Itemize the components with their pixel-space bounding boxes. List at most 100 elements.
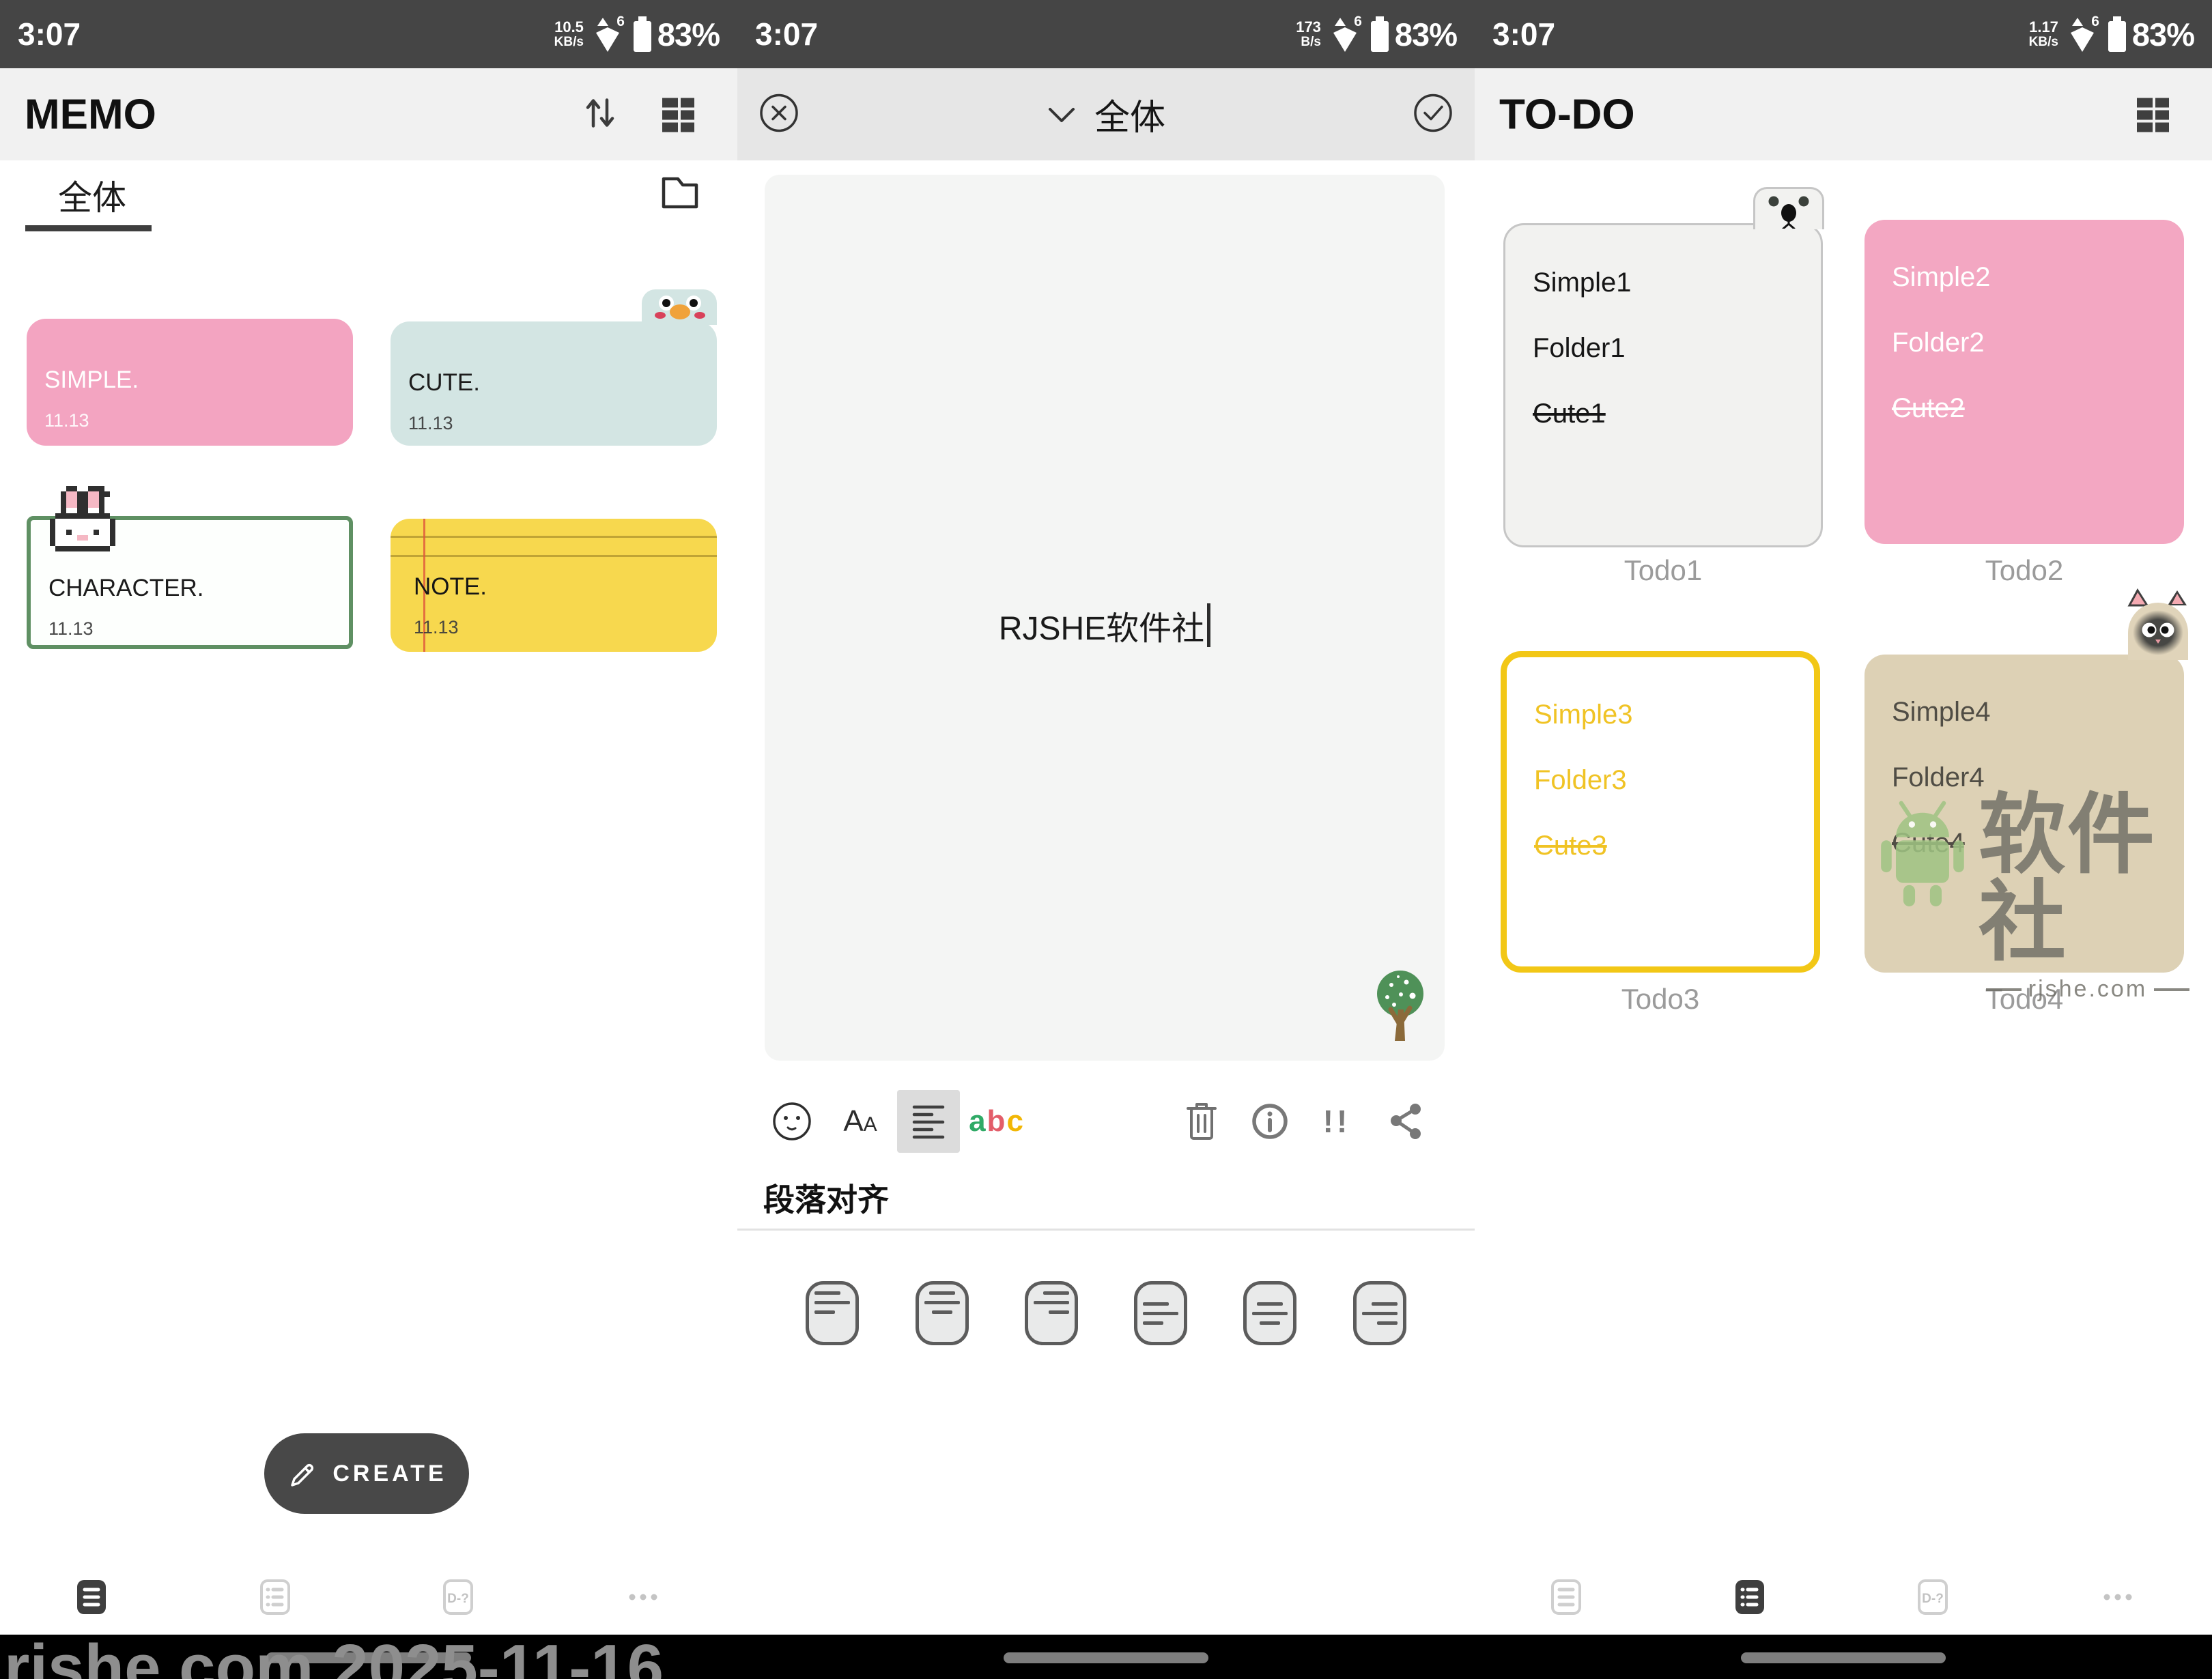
nav-dday-tab[interactable]: D-?	[440, 1578, 476, 1616]
screenshot-root: 3:07 10.5 KB/s 6 83% MEMO	[0, 0, 2212, 1679]
close-button[interactable]	[758, 91, 800, 137]
clock: 3:07	[1492, 16, 1555, 53]
svg-text:D-?: D-?	[447, 1592, 469, 1606]
vpn-icon: 6	[592, 15, 623, 53]
memo-card-title: NOTE.	[414, 573, 717, 601]
cat-face-tab	[2127, 588, 2189, 663]
layout-grid-button[interactable]	[658, 92, 699, 137]
todo-item[interactable]: Simple4	[1892, 697, 2184, 727]
network-speed: 173 B/s	[1296, 20, 1321, 48]
vpn-badge: 6	[2091, 14, 2099, 30]
align-tool-button-selected[interactable]	[897, 1090, 960, 1153]
memo-card-date: 11.13	[44, 410, 353, 431]
todo-card-4[interactable]: Simple4 Folder4 Cute4	[1864, 655, 2184, 973]
vpn-badge: 6	[616, 14, 625, 30]
more-dots-icon	[2100, 1578, 2136, 1616]
home-indicator[interactable]	[1741, 1652, 1946, 1663]
home-indicator[interactable]	[1004, 1652, 1208, 1663]
layout-grid-button[interactable]	[2133, 92, 2174, 137]
todo-item[interactable]: Simple3	[1534, 700, 1814, 730]
paper-line	[391, 536, 717, 538]
chevron-down-icon	[1047, 104, 1077, 125]
memo-card-simple[interactable]: SIMPLE. 11.13	[27, 319, 353, 446]
battery-indicator: 83%	[632, 15, 720, 53]
align-top-left-button[interactable]	[806, 1281, 859, 1345]
trash-icon	[1184, 1100, 1219, 1143]
editor-panel: 3:07 173 B/s 6 83%	[737, 0, 1475, 1679]
memo-card-title: CUTE.	[408, 369, 717, 397]
priority-button[interactable]: !!	[1305, 1090, 1368, 1153]
memo-card-date: 11.13	[414, 617, 717, 638]
share-button[interactable]	[1375, 1090, 1438, 1153]
nav-more-tab[interactable]	[625, 1578, 661, 1616]
folder-button[interactable]	[658, 169, 699, 215]
status-bar: 3:07 173 B/s 6 83%	[737, 0, 1475, 68]
memo-card-date: 11.13	[48, 618, 349, 640]
create-button[interactable]: CREATE	[264, 1433, 469, 1514]
todo-item-done[interactable]: Cute3	[1534, 831, 1814, 861]
battery-indicator: 83%	[2106, 15, 2194, 53]
tab-all-memos[interactable]: 全体	[58, 171, 126, 220]
todo-card-label: Todo3	[1501, 983, 1820, 1016]
memo-nav-icon	[1550, 1578, 1583, 1616]
category-selector[interactable]: 全体	[1047, 89, 1165, 140]
align-top-center-button[interactable]	[916, 1281, 969, 1345]
status-right: 1.17 KB/s 6 83%	[2029, 15, 2194, 53]
todo-card-2[interactable]: Simple2 Folder2 Cute2	[1864, 220, 2184, 544]
speed-value: 10.5	[554, 20, 584, 35]
align-middle-right-button[interactable]	[1353, 1281, 1406, 1345]
battery-icon	[2106, 15, 2128, 53]
memo-card-note[interactable]: NOTE. 11.13	[391, 519, 717, 652]
text-color-tool-button[interactable]: abc	[965, 1090, 1028, 1153]
todo-header: TO-DO	[1475, 68, 2212, 160]
memo-nav-icon	[75, 1578, 108, 1616]
nav-todo-tab[interactable]	[1732, 1578, 1768, 1616]
page-title: TO-DO	[1499, 90, 1635, 139]
memo-card-character[interactable]: CHARACTER. 11.13	[27, 516, 353, 649]
battery-icon	[632, 15, 653, 53]
emoji-tool-button[interactable]	[761, 1090, 823, 1153]
nav-dday-tab[interactable]: D-?	[1915, 1578, 1951, 1616]
todo-item[interactable]: Simple2	[1892, 262, 2184, 292]
note-editor[interactable]: RJSHE软件社	[765, 175, 1445, 1061]
todo-card-label: Todo4	[1864, 983, 2184, 1016]
todo-item-done[interactable]: Cute1	[1533, 399, 1821, 429]
nav-todo-tab[interactable]	[257, 1578, 293, 1616]
sort-button[interactable]	[580, 93, 620, 136]
align-middle-left-button[interactable]	[1134, 1281, 1187, 1345]
todo-item[interactable]: Simple1	[1533, 268, 1821, 298]
font-tool-label: AA	[843, 1104, 877, 1138]
section-divider	[737, 1229, 1475, 1231]
dday-nav-icon: D-?	[1916, 1578, 1949, 1616]
nav-memo-tab[interactable]	[1548, 1578, 1584, 1616]
todo-item-done[interactable]: Cute4	[1892, 828, 2184, 858]
font-tool-button[interactable]: AA	[829, 1090, 892, 1153]
todo-item[interactable]: Folder3	[1534, 765, 1814, 795]
paper-line	[391, 555, 717, 557]
info-icon	[1250, 1102, 1290, 1141]
confirm-button[interactable]	[1412, 91, 1454, 137]
todo-card-3[interactable]: Simple3 Folder3 Cute3	[1501, 651, 1820, 973]
todo-item[interactable]: Folder1	[1533, 333, 1821, 363]
todo-card-label: Todo2	[1864, 554, 2184, 587]
nav-memo-tab[interactable]	[74, 1578, 109, 1616]
memo-card-title: CHARACTER.	[48, 575, 349, 602]
nav-more-tab[interactable]	[2100, 1578, 2136, 1616]
koala-face-icon	[1755, 189, 1822, 229]
memo-card-cute[interactable]: CUTE. 11.13	[391, 321, 717, 446]
todo-card-1[interactable]: Simple1 Folder1 Cute1	[1503, 223, 1823, 547]
align-top-right-button[interactable]	[1025, 1281, 1078, 1345]
todo-item-done[interactable]: Cute2	[1892, 393, 2184, 423]
align-middle-center-button[interactable]	[1243, 1281, 1296, 1345]
info-button[interactable]	[1238, 1090, 1301, 1153]
battery-percent: 83%	[657, 16, 720, 53]
speed-unit: B/s	[1301, 35, 1321, 48]
status-bar: 3:07 10.5 KB/s 6 83%	[0, 0, 737, 68]
network-speed: 10.5 KB/s	[554, 20, 584, 48]
text-caret	[1207, 603, 1210, 647]
delete-button[interactable]	[1170, 1090, 1233, 1153]
memo-panel: 3:07 10.5 KB/s 6 83% MEMO	[0, 0, 737, 1679]
battery-percent: 83%	[1395, 16, 1457, 53]
todo-item[interactable]: Folder2	[1892, 328, 2184, 358]
todo-item[interactable]: Folder4	[1892, 762, 2184, 792]
